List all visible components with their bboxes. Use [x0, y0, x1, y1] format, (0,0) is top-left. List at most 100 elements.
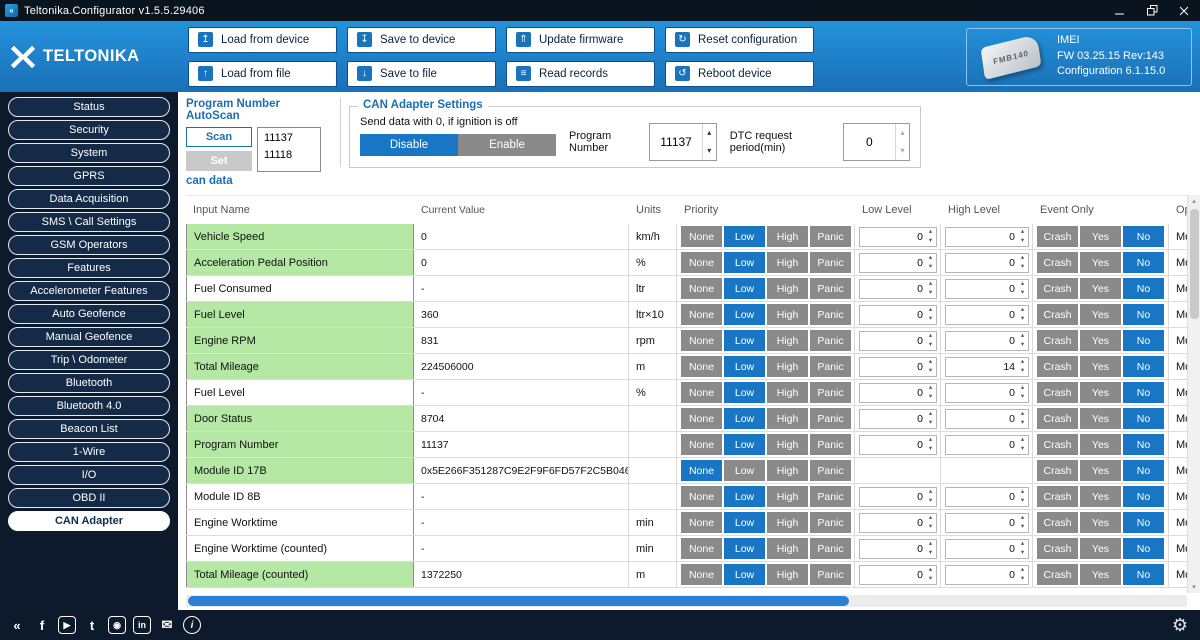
sidebar-item-gsm-operators[interactable]: GSM Operators: [8, 235, 170, 255]
spinner-down-icon[interactable]: ▾: [1017, 367, 1028, 376]
update-firmware-button[interactable]: ⇑Update firmware: [506, 27, 655, 53]
priority-panic-button[interactable]: Panic: [810, 538, 851, 559]
priority-panic-button[interactable]: Panic: [810, 512, 851, 533]
spinner-up-icon[interactable]: ▴: [925, 306, 936, 315]
level-spinner[interactable]: 0▴▾: [945, 305, 1029, 325]
spinner-down-icon[interactable]: ▾: [1017, 237, 1028, 246]
spinner-down-icon[interactable]: ▾: [925, 263, 936, 272]
vertical-scrollbar[interactable]: ▴ ▾: [1187, 195, 1200, 593]
spinner-up-icon[interactable]: ▴: [1017, 410, 1028, 419]
vertical-scrollbar-thumb[interactable]: [1190, 209, 1199, 319]
spinner-down-icon[interactable]: ▾: [925, 341, 936, 350]
event-no-button[interactable]: No: [1123, 486, 1164, 507]
spinner-down-icon[interactable]: ▾: [925, 367, 936, 376]
priority-low-button[interactable]: Low: [724, 382, 765, 403]
priority-high-button[interactable]: High: [767, 408, 808, 429]
event-no-button[interactable]: No: [1123, 564, 1164, 585]
spinner-up-icon[interactable]: ▴: [1017, 228, 1028, 237]
spinner-up-icon[interactable]: ▴: [1017, 540, 1028, 549]
event-no-button[interactable]: No: [1123, 278, 1164, 299]
event-crash-button[interactable]: Crash: [1037, 304, 1078, 325]
priority-high-button[interactable]: High: [767, 226, 808, 247]
spinner-down-icon[interactable]: ▾: [1017, 393, 1028, 402]
priority-low-button[interactable]: Low: [724, 538, 765, 559]
priority-none-button[interactable]: None: [681, 304, 722, 325]
sidebar-item-bluetooth[interactable]: Bluetooth: [8, 373, 170, 393]
spinner-down-icon[interactable]: ▾: [1017, 549, 1028, 558]
spinner-up-icon[interactable]: ▴: [1017, 306, 1028, 315]
priority-panic-button[interactable]: Panic: [810, 564, 851, 585]
priority-high-button[interactable]: High: [767, 304, 808, 325]
spinner-down-icon[interactable]: ▾: [896, 142, 909, 160]
level-spinner[interactable]: 0▴▾: [859, 357, 937, 377]
event-yes-button[interactable]: Yes: [1080, 564, 1121, 585]
sidebar-item-security[interactable]: Security: [8, 120, 170, 140]
info-icon[interactable]: i: [183, 616, 201, 634]
spinner-up-icon[interactable]: ▴: [1017, 358, 1028, 367]
autoscan-value[interactable]: 11137: [258, 130, 320, 147]
level-spinner[interactable]: 0▴▾: [859, 253, 937, 273]
level-spinner[interactable]: 14▴▾: [945, 357, 1029, 377]
priority-panic-button[interactable]: Panic: [810, 304, 851, 325]
event-crash-button[interactable]: Crash: [1037, 434, 1078, 455]
event-yes-button[interactable]: Yes: [1080, 538, 1121, 559]
priority-none-button[interactable]: None: [681, 382, 722, 403]
priority-none-button[interactable]: None: [681, 408, 722, 429]
event-no-button[interactable]: No: [1123, 408, 1164, 429]
sidebar-item-status[interactable]: Status: [8, 97, 170, 117]
facebook-icon[interactable]: f: [33, 616, 51, 634]
sidebar-item-can-adapter[interactable]: CAN Adapter: [8, 511, 170, 531]
priority-high-button[interactable]: High: [767, 356, 808, 377]
spinner-down-icon[interactable]: ▾: [925, 549, 936, 558]
twitter-icon[interactable]: t: [83, 616, 101, 634]
event-yes-button[interactable]: Yes: [1080, 330, 1121, 351]
event-crash-button[interactable]: Crash: [1037, 460, 1078, 481]
sidebar-item-1-wire[interactable]: 1-Wire: [8, 442, 170, 462]
spinner-up-icon[interactable]: ▴: [925, 436, 936, 445]
priority-panic-button[interactable]: Panic: [810, 460, 851, 481]
priority-panic-button[interactable]: Panic: [810, 278, 851, 299]
spinner-up-icon[interactable]: ▴: [1017, 332, 1028, 341]
scroll-down-icon[interactable]: ▾: [1192, 581, 1196, 593]
event-yes-button[interactable]: Yes: [1080, 304, 1121, 325]
priority-high-button[interactable]: High: [767, 486, 808, 507]
priority-panic-button[interactable]: Panic: [810, 226, 851, 247]
level-spinner[interactable]: 0▴▾: [945, 409, 1029, 429]
level-spinner[interactable]: 0▴▾: [945, 383, 1029, 403]
sidebar-item-obd-ii[interactable]: OBD II: [8, 488, 170, 508]
spinner-up-icon[interactable]: ▴: [925, 254, 936, 263]
level-spinner[interactable]: 0▴▾: [945, 513, 1029, 533]
reboot-device-button[interactable]: ↺Reboot device: [665, 61, 814, 87]
priority-none-button[interactable]: None: [681, 564, 722, 585]
sidebar-item-features[interactable]: Features: [8, 258, 170, 278]
priority-panic-button[interactable]: Panic: [810, 382, 851, 403]
spinner-down-icon[interactable]: ▾: [1017, 445, 1028, 454]
set-button[interactable]: Set: [186, 151, 252, 171]
priority-low-button[interactable]: Low: [724, 486, 765, 507]
priority-low-button[interactable]: Low: [724, 434, 765, 455]
spinner-down-icon[interactable]: ▾: [925, 419, 936, 428]
priority-none-button[interactable]: None: [681, 538, 722, 559]
priority-none-button[interactable]: None: [681, 460, 722, 481]
priority-panic-button[interactable]: Panic: [810, 252, 851, 273]
spinner-down-icon[interactable]: ▾: [703, 142, 716, 160]
spinner-up-icon[interactable]: ▴: [925, 358, 936, 367]
sidebar-item-accelerometer-features[interactable]: Accelerometer Features: [8, 281, 170, 301]
event-crash-button[interactable]: Crash: [1037, 278, 1078, 299]
close-button[interactable]: [1168, 0, 1200, 21]
priority-low-button[interactable]: Low: [724, 304, 765, 325]
priority-high-button[interactable]: High: [767, 278, 808, 299]
level-spinner[interactable]: 0▴▾: [945, 279, 1029, 299]
priority-low-button[interactable]: Low: [724, 278, 765, 299]
dtc-period-spinner[interactable]: 0 ▴▾: [843, 123, 910, 161]
spinner-up-icon[interactable]: ▴: [896, 124, 909, 142]
event-no-button[interactable]: No: [1123, 434, 1164, 455]
spinner-down-icon[interactable]: ▾: [1017, 315, 1028, 324]
event-no-button[interactable]: No: [1123, 538, 1164, 559]
spinner-down-icon[interactable]: ▾: [1017, 289, 1028, 298]
level-spinner[interactable]: 0▴▾: [859, 305, 937, 325]
settings-gear-icon[interactable]: ⚙: [1172, 616, 1188, 634]
priority-none-button[interactable]: None: [681, 330, 722, 351]
event-yes-button[interactable]: Yes: [1080, 460, 1121, 481]
event-crash-button[interactable]: Crash: [1037, 486, 1078, 507]
